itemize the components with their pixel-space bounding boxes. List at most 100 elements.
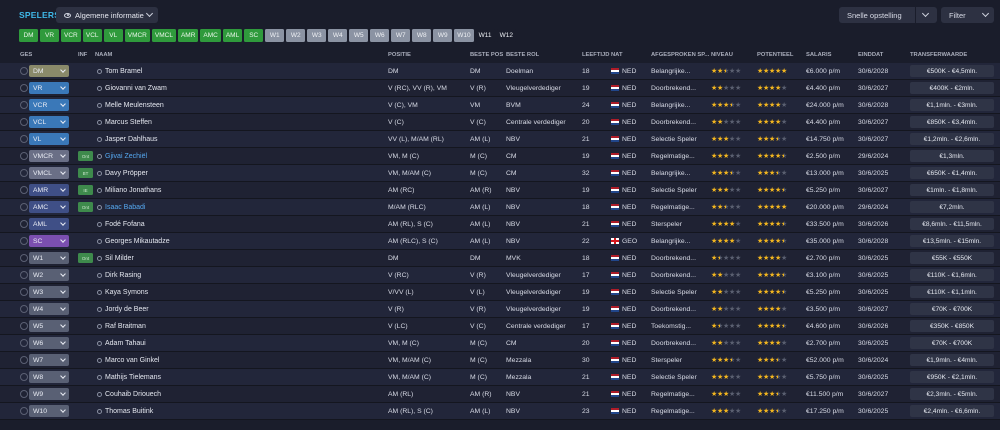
table-row[interactable]: W9 Couhaib Driouech AM (RL) AM (R) NBV 21 NED R…: [0, 386, 1000, 403]
col-niveau[interactable]: NIVEAU: [711, 52, 733, 58]
chip-w9[interactable]: W9: [433, 29, 453, 42]
table-row[interactable]: W3 Kaya Symons V/VV (L) V (L) Vleugelverdedi…: [0, 284, 1000, 301]
player-name[interactable]: Marcus Steffen: [97, 114, 152, 130]
select-checkbox[interactable]: [20, 220, 28, 228]
table-row[interactable]: AMC Ont Isaac Babadi M/AM (RLC) AM (L) NBV 18 N…: [0, 199, 1000, 216]
position-dropdown[interactable]: W1: [29, 252, 69, 264]
player-name[interactable]: Sil Milder: [97, 250, 134, 266]
filter-button[interactable]: Filter: [941, 7, 994, 23]
chip-amc[interactable]: AMC: [200, 29, 221, 42]
select-checkbox[interactable]: [20, 169, 28, 177]
player-name[interactable]: Davy Pröpper: [97, 165, 148, 181]
col-leeftijd[interactable]: LEEFTIJD: [582, 52, 609, 58]
chip-w5[interactable]: W5: [349, 29, 369, 42]
player-name[interactable]: Tom Bramel: [97, 63, 142, 79]
chip-vr[interactable]: VR: [40, 29, 59, 42]
position-dropdown[interactable]: AMC: [29, 201, 69, 213]
player-name[interactable]: Kaya Symons: [97, 284, 148, 300]
select-checkbox[interactable]: [20, 186, 28, 194]
position-dropdown[interactable]: VR: [29, 82, 69, 94]
col-beste-pos[interactable]: BESTE POS: [470, 52, 503, 58]
player-name[interactable]: Raf Braitman: [97, 318, 146, 334]
position-dropdown[interactable]: W10: [29, 405, 69, 417]
chip-w2[interactable]: W2: [286, 29, 306, 42]
position-dropdown[interactable]: DM: [29, 65, 69, 77]
chip-w6[interactable]: W6: [370, 29, 390, 42]
chip-w3[interactable]: W3: [307, 29, 327, 42]
col-einddat[interactable]: EINDDAT: [858, 52, 883, 58]
position-dropdown[interactable]: W3: [29, 286, 69, 298]
table-row[interactable]: W10 Thomas Buitink AM (RL), S (C) AM (L) NBV…: [0, 403, 1000, 420]
col-naam[interactable]: NAAM: [95, 52, 112, 58]
table-row[interactable]: W6 Adam Tahaui VM, M (C) M (C) CM 20 NED Doorbr…: [0, 335, 1000, 352]
player-name[interactable]: Fodé Fofana: [97, 216, 145, 232]
position-dropdown[interactable]: W6: [29, 337, 69, 349]
select-checkbox[interactable]: [20, 101, 28, 109]
position-dropdown[interactable]: VCL: [29, 116, 69, 128]
chip-w11[interactable]: W11: [475, 29, 495, 42]
table-row[interactable]: VR Giovanni van Zwam V (RC), VV (R), VM V (…: [0, 80, 1000, 97]
table-row[interactable]: VL Jasper Dahlhaus VV (L), M/AM (RL) AM (L)…: [0, 131, 1000, 148]
select-checkbox[interactable]: [20, 237, 28, 245]
table-row[interactable]: VCR Melle Meulensteen V (C), VM VM BVM 24 NED B…: [0, 97, 1000, 114]
player-name[interactable]: Thomas Buitink: [97, 403, 153, 419]
chip-w8[interactable]: W8: [412, 29, 432, 42]
chip-w7[interactable]: W7: [391, 29, 411, 42]
player-name[interactable]: Giovanni van Zwam: [97, 80, 167, 96]
chevron-down-icon[interactable]: [921, 9, 930, 18]
player-name[interactable]: Melle Meulensteen: [97, 97, 164, 113]
select-checkbox[interactable]: [20, 67, 28, 75]
select-checkbox[interactable]: [20, 288, 28, 296]
chip-sc[interactable]: SC: [244, 29, 264, 42]
select-checkbox[interactable]: [20, 254, 28, 262]
position-dropdown[interactable]: W7: [29, 354, 69, 366]
chip-vcr[interactable]: VCR: [61, 29, 81, 42]
player-name[interactable]: Isaac Babadi: [97, 199, 145, 215]
table-row[interactable]: VMCR Ont Gjivai Zechiël VM, M (C) M (C) CM 19 N…: [0, 148, 1000, 165]
select-checkbox[interactable]: [20, 271, 28, 279]
table-row[interactable]: VMCL BT Davy Pröpper VM, M/AM (C) M (C) CM 32 N…: [0, 165, 1000, 182]
table-row[interactable]: SC Georges Mikautadze AM (RLC), S (C) AM (L…: [0, 233, 1000, 250]
chip-w12[interactable]: W12: [496, 29, 516, 42]
table-row[interactable]: W2 Dirk Rasing V (RC) V (R) Vleugelverdedige…: [0, 267, 1000, 284]
position-dropdown[interactable]: AMR: [29, 184, 69, 196]
position-dropdown[interactable]: W9: [29, 388, 69, 400]
col-salaris[interactable]: SALARIS: [806, 52, 831, 58]
chip-vcl[interactable]: VCL: [82, 29, 102, 42]
select-checkbox[interactable]: [20, 118, 28, 126]
chip-w1[interactable]: W1: [265, 29, 285, 42]
col-afgesproken[interactable]: AFGESPROKEN SP...: [651, 52, 709, 58]
chip-vmcr[interactable]: VMCR: [124, 29, 150, 42]
select-checkbox[interactable]: [20, 322, 28, 330]
chip-dm[interactable]: DM: [19, 29, 38, 42]
quick-lineup-button[interactable]: Snelle opstelling: [839, 7, 937, 23]
player-name[interactable]: Jasper Dahlhaus: [97, 131, 158, 147]
select-checkbox[interactable]: [20, 356, 28, 364]
position-dropdown[interactable]: VCR: [29, 99, 69, 111]
table-row[interactable]: AMR IE Miliano Jonathans AM (RC) AM (R) NBV 19…: [0, 182, 1000, 199]
player-name[interactable]: Georges Mikautadze: [97, 233, 170, 249]
position-dropdown[interactable]: VL: [29, 133, 69, 145]
player-name[interactable]: Miliano Jonathans: [97, 182, 161, 198]
player-name[interactable]: Mathijs Tielemans: [97, 369, 161, 385]
select-checkbox[interactable]: [20, 203, 28, 211]
table-row[interactable]: W8 Mathijs Tielemans VM, M/AM (C) M (C) Mezz…: [0, 369, 1000, 386]
chip-aml[interactable]: AML: [222, 29, 243, 42]
player-name[interactable]: Gjivai Zechiël: [97, 148, 147, 164]
chip-amr[interactable]: AMR: [177, 29, 199, 42]
position-dropdown[interactable]: AML: [29, 218, 69, 230]
col-nat[interactable]: NAT: [611, 52, 622, 58]
table-row[interactable]: W1 Ont Sil Milder DM DM MVK 18 NED Doorbrekend..…: [0, 250, 1000, 267]
table-row[interactable]: W4 Jordy de Beer V (R) V (R) Vleugelverdedig…: [0, 301, 1000, 318]
table-row[interactable]: W5 Raf Braitman V (LC) V (C) Centrale verded…: [0, 318, 1000, 335]
col-inf[interactable]: INF: [78, 52, 87, 58]
table-row[interactable]: VCL Marcus Steffen V (C) V (C) Centrale verd…: [0, 114, 1000, 131]
select-checkbox[interactable]: [20, 305, 28, 313]
select-checkbox[interactable]: [20, 152, 28, 160]
position-dropdown[interactable]: VMCR: [29, 150, 69, 162]
position-dropdown[interactable]: W2: [29, 269, 69, 281]
select-checkbox[interactable]: [20, 390, 28, 398]
table-row[interactable]: AML Fodé Fofana AM (RL), S (C) AM (L) NBV 21 N…: [0, 216, 1000, 233]
col-ges[interactable]: GES: [20, 52, 32, 58]
player-name[interactable]: Couhaib Driouech: [97, 386, 161, 402]
